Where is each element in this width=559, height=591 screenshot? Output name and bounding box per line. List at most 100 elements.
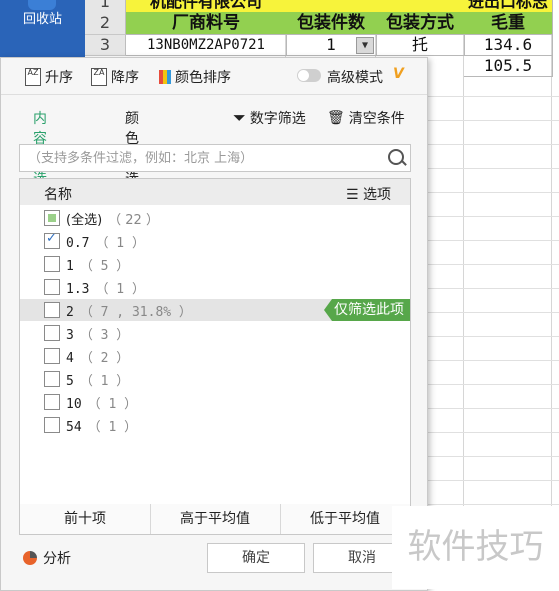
item-count: （ 2 ） [79, 351, 130, 366]
checkbox[interactable] [44, 256, 60, 272]
below-average-button[interactable]: 低于平均值 [280, 504, 410, 534]
sort-ascending-label: 升序 [45, 70, 73, 86]
trash-icon: 🗑 [327, 110, 345, 126]
desktop-background: 回收站 [0, 0, 85, 58]
ok-button[interactable]: 确定 [207, 543, 305, 573]
cell-gross-weight[interactable]: 134.6 [464, 35, 553, 56]
item-value: 1.3 [66, 282, 90, 297]
item-value: 0.7 [66, 236, 90, 251]
quick-filter-bar: 前十项 高于平均值 低于平均值 [19, 504, 411, 535]
number-filter-button[interactable]: ⏷ 数字筛选 [233, 108, 306, 128]
list-item[interactable]: 1 （ 5 ） [20, 253, 410, 275]
item-value: 54 [66, 420, 82, 435]
grid-line [463, 0, 464, 589]
item-count: （ 3 ） [79, 328, 130, 343]
checkbox[interactable] [44, 279, 60, 295]
header-cell-pack-method[interactable]: 包装方式 [376, 12, 465, 35]
checkbox[interactable] [44, 371, 60, 387]
filter-popup: AZ 升序 ZA 降序 颜色排序 高级模式 V 内容筛选 颜色筛选 ⏷ 数字筛选… [0, 57, 428, 591]
cell-packages-value: 1 [326, 35, 336, 54]
list-item[interactable]: 3 （ 3 ） [20, 322, 410, 344]
advanced-mode-toggle[interactable] [297, 69, 321, 82]
list-item[interactable]: 5 （ 1 ） [20, 368, 410, 390]
search-icon[interactable] [388, 149, 404, 165]
sort-descending-icon: ZA [91, 68, 107, 86]
list-header: 名称 ☰ 选项 [20, 179, 410, 205]
list-item[interactable]: 0.7 （ 1 ） [20, 230, 410, 252]
vip-badge-icon: V [393, 66, 404, 82]
item-count: （ 1 ） [95, 236, 145, 251]
color-sort-icon [159, 70, 171, 84]
item-count: （ 7 , 31.8% ） [79, 305, 192, 320]
options-icon: ☰ [346, 187, 359, 203]
above-average-button[interactable]: 高于平均值 [150, 504, 281, 534]
item-count: （ 1 ） [95, 282, 145, 297]
list-item-label: 54 （ 1 ） [66, 416, 137, 435]
checkbox[interactable] [44, 348, 60, 364]
checkbox[interactable] [44, 210, 60, 226]
item-count: （ 22 ） [108, 213, 159, 228]
cell-gross-weight[interactable]: 105.5 [464, 56, 553, 77]
checkbox[interactable] [44, 231, 60, 249]
item-value: 3 [66, 328, 74, 343]
top-ten-button[interactable]: 前十项 [20, 504, 151, 534]
analysis-label: 分析 [43, 551, 71, 567]
row-header[interactable]: 3 [85, 35, 126, 56]
checkbox[interactable] [44, 417, 60, 433]
list-item-hovered[interactable]: 2 （ 7 , 31.8% ） 仅筛选此项 [20, 299, 410, 321]
analysis-button[interactable]: 分析 [23, 548, 71, 568]
list-item-label: 4 （ 2 ） [66, 347, 129, 366]
color-sort-label: 颜色排序 [175, 70, 231, 86]
list-item-label: (全选) （ 22 ） [66, 209, 159, 228]
item-count: （ 1 ） [87, 420, 138, 435]
filter-dropdown-icon[interactable]: ▼ [356, 37, 374, 54]
list-item-label: 1.3 （ 1 ） [66, 278, 145, 297]
cell-part-no[interactable]: 13NB0MZ2AP0721 [126, 35, 287, 56]
clear-conditions-label: 清空条件 [348, 111, 405, 127]
list-item[interactable]: 54 （ 1 ） [20, 414, 410, 436]
color-sort-button[interactable]: 颜色排序 [159, 67, 231, 87]
recycle-bin-label[interactable]: 回收站 [0, 8, 85, 27]
advanced-mode-label[interactable]: 高级模式 [327, 67, 383, 87]
funnel-icon: ⏷ [233, 108, 246, 127]
sort-descending-button[interactable]: ZA 降序 [91, 67, 139, 87]
cell-pack-method[interactable]: 托 [376, 35, 465, 56]
item-value: (全选) [66, 213, 103, 228]
item-value: 4 [66, 351, 74, 366]
list-item[interactable]: 1.3 （ 1 ） [20, 276, 410, 298]
list-item[interactable]: 10 （ 1 ） [20, 391, 410, 413]
sort-descending-label: 降序 [111, 70, 139, 86]
list-item[interactable]: 4 （ 2 ） [20, 345, 410, 367]
list-options-label: 选项 [363, 187, 392, 203]
pie-chart-icon [23, 551, 37, 565]
grid-line [551, 0, 552, 589]
filter-toolbar: AZ 升序 ZA 降序 颜色排序 高级模式 V [1, 58, 427, 95]
item-value: 1 [66, 259, 74, 274]
cell-packages[interactable]: 1 ▼ [286, 35, 377, 56]
checkbox[interactable] [44, 325, 60, 341]
checkbox[interactable] [44, 394, 60, 410]
row-header[interactable]: 2 [85, 12, 126, 35]
checkbox[interactable] [44, 302, 60, 318]
header-cell-part-no[interactable]: 厂商料号 [126, 12, 287, 35]
item-value: 5 [66, 374, 74, 389]
sort-ascending-icon: AZ [25, 68, 41, 86]
list-item-label: 3 （ 3 ） [66, 324, 129, 343]
filter-value-list[interactable]: 名称 ☰ 选项 (全选) （ 22 ） 0.7 （ 1 ） 1 （ 5 ） 1.3 （ … [19, 178, 411, 506]
item-value: 10 [66, 397, 82, 412]
item-value: 2 [66, 305, 74, 320]
list-item-select-all[interactable]: (全选) （ 22 ） [20, 207, 410, 229]
list-item-label: 2 （ 7 , 31.8% ） [66, 301, 192, 320]
list-options-button[interactable]: ☰ 选项 [346, 184, 391, 204]
list-header-name: 名称 [44, 187, 72, 203]
watermark-text: 软件技巧 [392, 506, 559, 589]
header-cell-gross-weight[interactable]: 毛重 [464, 12, 553, 35]
filter-search-input[interactable] [20, 145, 380, 171]
header-cell-packages[interactable]: 包装件数 [286, 12, 377, 35]
filter-only-this-button[interactable]: 仅筛选此项 [324, 299, 410, 321]
sort-ascending-button[interactable]: AZ 升序 [25, 67, 73, 87]
clear-conditions-button[interactable]: 🗑 清空条件 [327, 108, 405, 128]
filter-search-box[interactable] [19, 144, 411, 172]
list-item-label: 10 （ 1 ） [66, 393, 137, 412]
item-count: （ 5 ） [79, 259, 130, 274]
